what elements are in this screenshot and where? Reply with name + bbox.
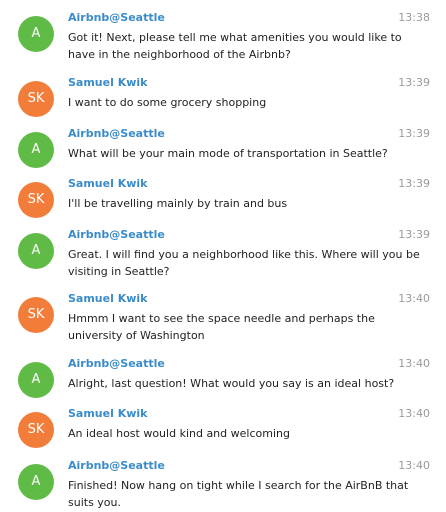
message-text: Finished! Now hang on tight while I sear… — [68, 479, 409, 509]
message-timestamp: 13:39 — [398, 127, 430, 140]
message-timestamp: 13:40 — [398, 357, 430, 370]
sender-name[interactable]: Samuel Kwik — [68, 406, 147, 422]
sender-name[interactable]: Samuel Kwik — [68, 176, 147, 192]
sender-name[interactable]: Airbnb@Seattle — [68, 126, 165, 142]
sender-name[interactable]: Samuel Kwik — [68, 291, 147, 307]
message-text: I'll be travelling mainly by train and b… — [68, 197, 288, 210]
avatar: A — [18, 16, 54, 52]
message-timestamp: 13:40 — [398, 407, 430, 420]
sender-name[interactable]: Airbnb@Seattle — [68, 227, 165, 243]
message-timestamp: 13:40 — [398, 292, 430, 305]
message-text: Alright, last question! What would you s… — [68, 377, 395, 390]
avatar: A — [18, 132, 54, 168]
avatar: SK — [18, 81, 54, 117]
sender-name[interactable]: Airbnb@Seattle — [68, 10, 165, 26]
message-text: Great. I will find you a neighborhood li… — [68, 248, 420, 278]
chat-history: A Airbnb@Seattle 13:38 Got it! Next, ple… — [0, 0, 446, 512]
sender-name[interactable]: Airbnb@Seattle — [68, 458, 165, 474]
message-timestamp: 13:39 — [398, 76, 430, 89]
sender-name[interactable]: Airbnb@Seattle — [68, 356, 165, 372]
message-text: I want to do some grocery shopping — [68, 96, 267, 109]
avatar: SK — [18, 297, 54, 333]
message-text: Hmmm I want to see the space needle and … — [68, 312, 375, 342]
avatar: A — [18, 233, 54, 269]
avatar: SK — [18, 182, 54, 218]
message-text: An ideal host would kind and welcoming — [68, 427, 290, 440]
message-timestamp: 13:39 — [398, 228, 430, 241]
message-timestamp: 13:38 — [398, 11, 430, 24]
message-timestamp: 13:39 — [398, 177, 430, 190]
avatar: A — [18, 362, 54, 398]
avatar: A — [18, 464, 54, 500]
sender-name[interactable]: Samuel Kwik — [68, 75, 147, 91]
avatar: SK — [18, 412, 54, 448]
message-text: Got it! Next, please tell me what amenit… — [68, 31, 402, 61]
message-text: What will be your main mode of transport… — [68, 147, 388, 160]
message-timestamp: 13:40 — [398, 459, 430, 472]
